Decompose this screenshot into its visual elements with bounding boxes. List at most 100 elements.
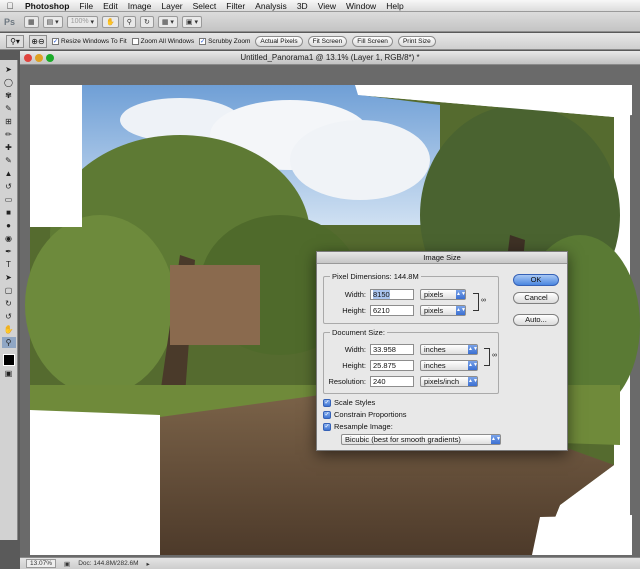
link-chain-icon: ∞ [492,352,497,359]
print-size-button[interactable]: Print Size [397,35,436,47]
dodge-tool-icon[interactable]: ◉ [2,233,16,244]
menu-filter[interactable]: Filter [221,1,250,11]
zoom-tool-preset-icon[interactable]: ⚲▾ [6,34,24,48]
dialog-title[interactable]: Image Size [317,252,567,264]
scrubby-zoom-checkbox[interactable]: ✓ Scrubby Zoom [199,37,251,45]
resolution-field[interactable]: 240 [370,376,414,387]
checkmark-icon: ✓ [323,410,331,419]
pixel-height-unit-select[interactable]: pixels ▲▼ [420,305,466,316]
bridge-icon[interactable]: ▦ [24,15,39,28]
brush-tool-icon[interactable]: ✎ [2,155,16,166]
doc-width-unit-select[interactable]: inches ▲▼ [420,344,478,355]
history-brush-tool-icon[interactable]: ↺ [2,181,16,192]
arrange-documents-icon[interactable]: ▦ ▾ [157,15,178,28]
apple-icon[interactable]:  [0,1,20,11]
menu-3d[interactable]: 3D [292,1,313,11]
clone-stamp-tool-icon[interactable]: ▲ [2,168,16,179]
auto-button[interactable]: Auto... [513,314,559,326]
scrubby-zoom-label: Scrubby Zoom [208,37,251,45]
pen-tool-icon[interactable]: ✒ [2,246,16,257]
fit-screen-button[interactable]: Fit Screen [307,35,348,47]
ps-logo: Ps [4,16,16,27]
zoom-window-icon[interactable] [46,54,54,62]
eraser-tool-icon[interactable]: ▭ [2,194,16,205]
zoom-tool-icon[interactable]: ⚲ [1,337,16,348]
eyedropper-tool-icon[interactable]: ✏ [2,129,16,140]
pixel-width-unit-select[interactable]: pixels ▲▼ [420,289,466,300]
blur-tool-icon[interactable]: ● [2,220,16,231]
status-info-icon[interactable]: ▣ [64,560,70,568]
image-size-dialog: Image Size Pixel Dimensions: 144.8M Widt… [316,251,568,451]
application-bar: Ps ▦ ▤ ▾ 100% ▾ ✋ ⚲ ↻ ▦ ▾ ▣ ▾ [0,12,640,32]
type-tool-icon[interactable]: T [2,259,16,270]
document-canvas[interactable]: Image Size Pixel Dimensions: 144.8M Widt… [20,65,640,557]
move-tool-icon[interactable]: ➤ [2,64,16,75]
document-title-bar[interactable]: Untitled_Panorama1 @ 13.1% (Layer 1, RGB… [20,51,640,65]
menu-layer[interactable]: Layer [156,1,187,11]
3d-rotate-tool-icon[interactable]: ↻ [2,298,16,309]
popup-arrows-icon: ▲▼ [468,377,478,386]
scale-styles-checkbox[interactable]: ✓ Scale Styles [323,398,375,407]
quick-selection-tool-icon[interactable]: ✎ [2,103,16,114]
status-zoom-field[interactable]: 13.07% [26,559,57,568]
zoom-level-select[interactable]: 100% ▾ [66,15,99,28]
menu-analysis[interactable]: Analysis [250,1,292,11]
doc-height-value: 25.875 [373,361,396,370]
crop-tool-icon[interactable]: ⊞ [2,116,16,127]
scale-styles-label: Scale Styles [334,398,376,407]
menu-help[interactable]: Help [381,1,408,11]
hand-tool-icon[interactable]: ✋ [2,324,16,335]
doc-height-unit-select[interactable]: inches ▲▼ [420,360,478,371]
popup-arrows-icon: ▲▼ [491,435,501,444]
resample-image-checkbox[interactable]: ✓ Resample Image: [323,422,393,431]
marquee-tool-icon[interactable]: ◯ [2,77,16,88]
doc-width-field[interactable]: 33.958 [370,344,414,355]
hand-tool-icon[interactable]: ✋ [102,15,119,28]
doc-width-label: Width: [344,345,366,354]
document-status-bar: 13.07% ▣ Doc: 144.8M/282.6M ▸ [20,557,640,569]
cancel-button[interactable]: Cancel [513,292,559,304]
ok-button[interactable]: OK [513,274,559,286]
resample-method-select[interactable]: Bicubic (best for smooth gradients) ▲▼ [341,434,501,445]
menu-image[interactable]: Image [123,1,157,11]
screen-mode-icon[interactable]: ▣ ▾ [181,15,202,28]
pixel-height-field[interactable]: 6210 [370,305,414,316]
resize-windows-checkbox[interactable]: ✓ Resize Windows To Fit [52,37,127,45]
fill-screen-button[interactable]: Fill Screen [352,35,393,47]
view-extras-icon[interactable]: ▤ ▾ [42,15,63,28]
menu-file[interactable]: File [74,1,98,11]
gradient-tool-icon[interactable]: ■ [2,207,16,218]
zoom-tool-icon[interactable]: ⚲ [122,15,136,28]
lasso-tool-icon[interactable]: ✾ [2,90,16,101]
pixel-width-field[interactable]: 8150 [370,289,414,300]
foreground-color-swatch[interactable] [2,354,15,366]
menu-window[interactable]: Window [341,1,381,11]
menu-select[interactable]: Select [188,1,222,11]
status-doc-size: Doc: 144.8M/282.6M [78,560,139,567]
menu-bar:  Photoshop File Edit Image Layer Select… [0,0,640,12]
zoom-all-windows-checkbox[interactable]: Zoom All Windows [131,37,194,45]
rotate-view-icon[interactable]: ↻ [139,15,154,28]
close-window-icon[interactable] [24,54,32,62]
document-size-group: Document Size: Width: 33.958 inches ▲▼ He… [323,328,499,394]
resolution-unit-select[interactable]: pixels/inch ▲▼ [420,376,478,387]
3d-orbit-tool-icon[interactable]: ↺ [2,311,16,322]
minimize-window-icon[interactable] [35,54,43,62]
link-chain-icon: ∞ [481,297,486,304]
doc-width-value: 33.958 [373,345,396,354]
menu-view[interactable]: View [313,1,341,11]
actual-pixels-button[interactable]: Actual Pixels [255,35,303,47]
path-selection-tool-icon[interactable]: ➤ [2,272,16,283]
doc-height-field[interactable]: 25.875 [370,360,414,371]
shape-tool-icon[interactable]: ▢ [2,285,16,296]
menu-edit[interactable]: Edit [98,1,123,11]
doc-height-unit: inches [424,361,446,370]
window-controls [24,54,54,62]
zoom-in-out-icon[interactable]: ⊕⊖ [29,34,47,48]
checkmark-icon: ✓ [199,37,207,45]
constrain-proportions-checkbox[interactable]: ✓ Constrain Proportions [323,410,407,419]
quick-mask-icon[interactable]: ▣ [2,368,16,379]
menu-app-name[interactable]: Photoshop [20,1,74,11]
healing-brush-tool-icon[interactable]: ✚ [2,142,16,153]
status-menu-arrow-icon[interactable]: ▸ [147,560,150,568]
